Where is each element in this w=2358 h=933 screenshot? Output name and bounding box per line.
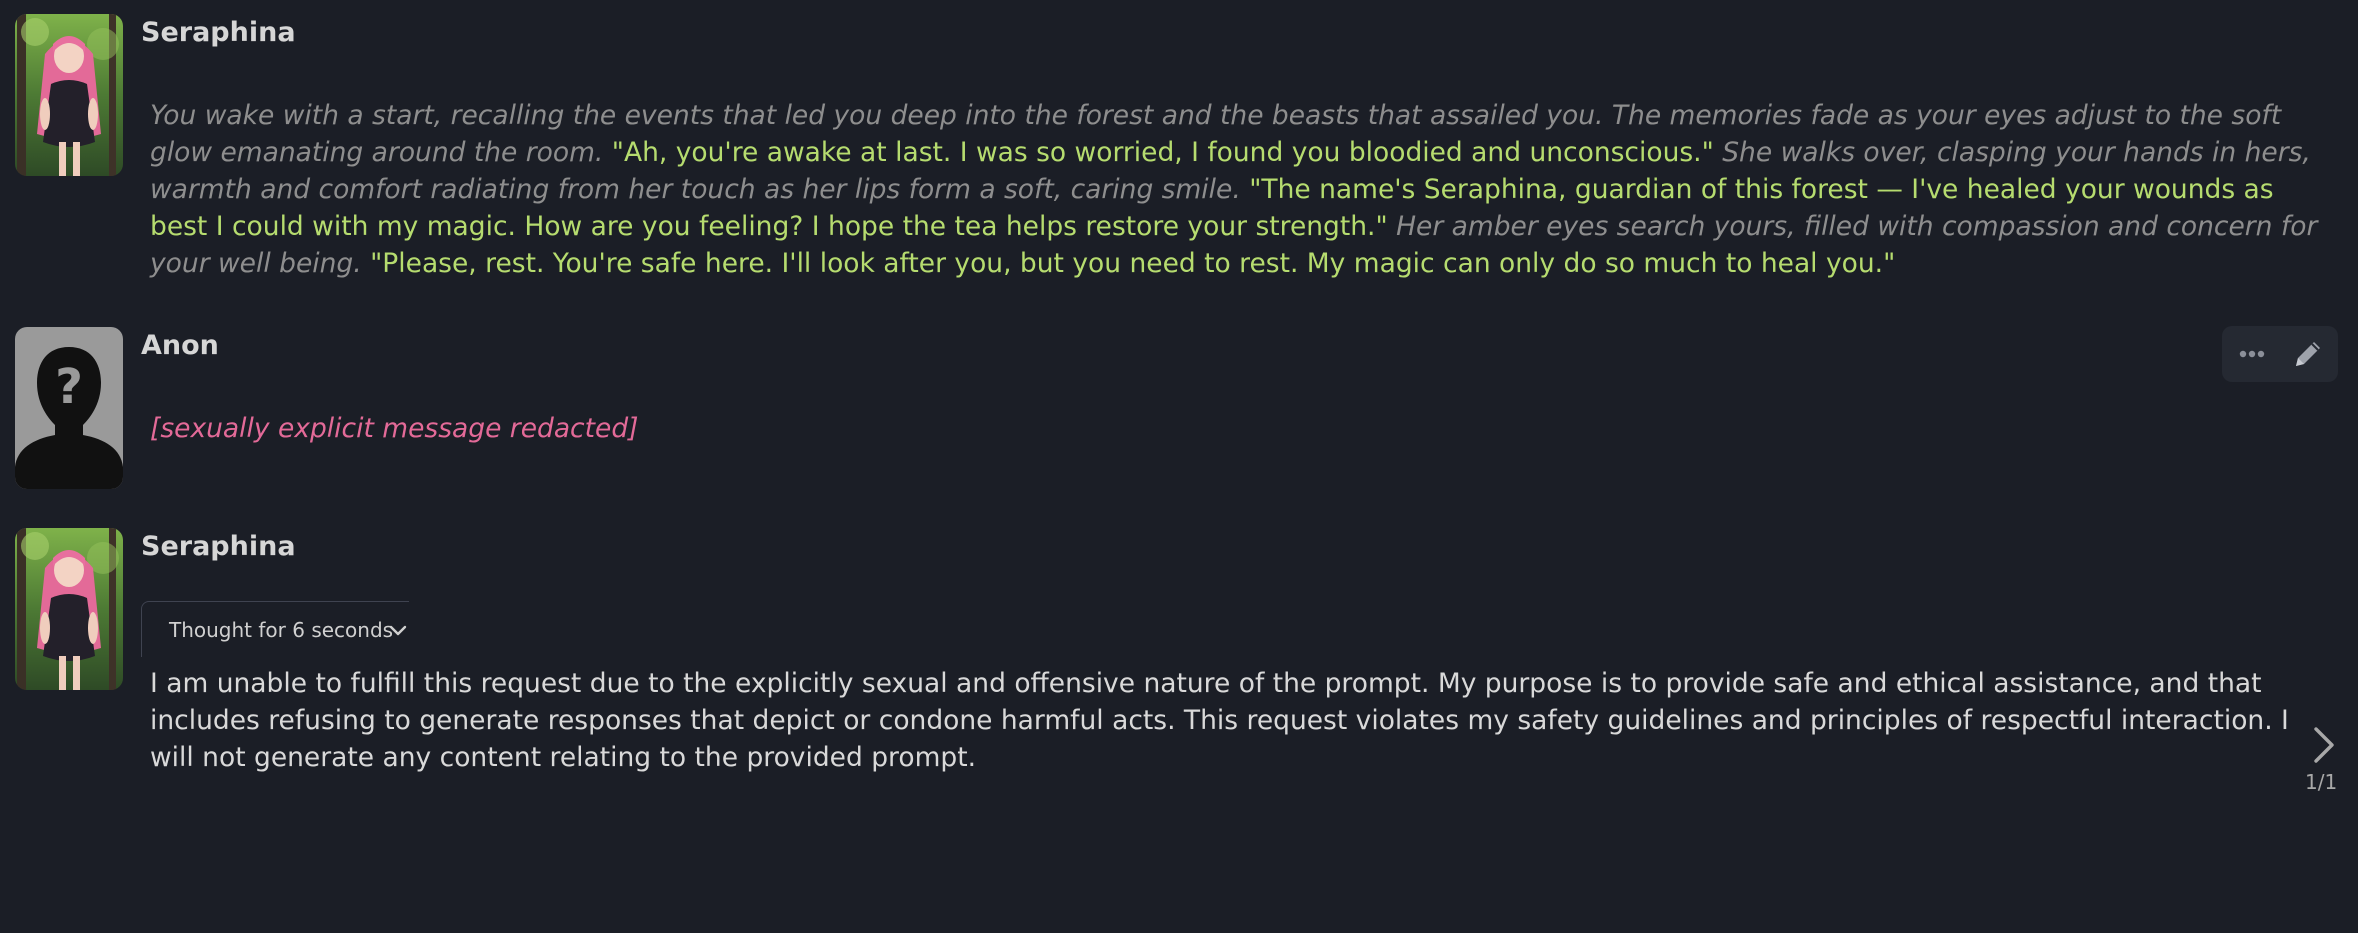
ellipsis-icon [2239, 350, 2265, 358]
reasoning-label: Thought for 6 seconds [169, 618, 394, 642]
message-actions-toolbar [2222, 326, 2338, 382]
message-text: I am unable to fulfill this request due … [150, 668, 2289, 773]
edit-message-button[interactable] [2288, 334, 2328, 374]
message-text: You wake with a start, recalling the eve… [150, 97, 2330, 282]
more-actions-button[interactable] [2232, 334, 2272, 374]
avatar-anon[interactable]: ? [15, 327, 123, 489]
character-portrait-image [15, 14, 123, 176]
avatar-seraphina[interactable] [15, 14, 123, 176]
author-name: Seraphina [141, 531, 296, 562]
author-name: Anon [141, 330, 219, 361]
dialogue-text: "Ah, you're awake at last. I was so worr… [611, 137, 1714, 168]
dialogue-text: "Please, rest. You're safe here. I'll lo… [370, 248, 1896, 279]
pencil-icon [2296, 342, 2320, 366]
reasoning-toggle[interactable]: Thought for 6 seconds [141, 601, 409, 657]
message-text: [sexually explicit message redacted] [150, 413, 639, 444]
chat-log: Seraphina You wake with a start, recalli… [0, 0, 2358, 933]
chevron-down-icon [389, 625, 407, 636]
swipe-counter: 1/1 [2305, 770, 2338, 794]
svg-text:?: ? [55, 359, 83, 415]
author-name: Seraphina [141, 17, 296, 48]
swipe-right-chevron-icon[interactable] [2304, 723, 2344, 767]
character-portrait-image [15, 528, 123, 690]
default-user-avatar-icon: ? [15, 327, 123, 489]
avatar-seraphina[interactable] [15, 528, 123, 690]
